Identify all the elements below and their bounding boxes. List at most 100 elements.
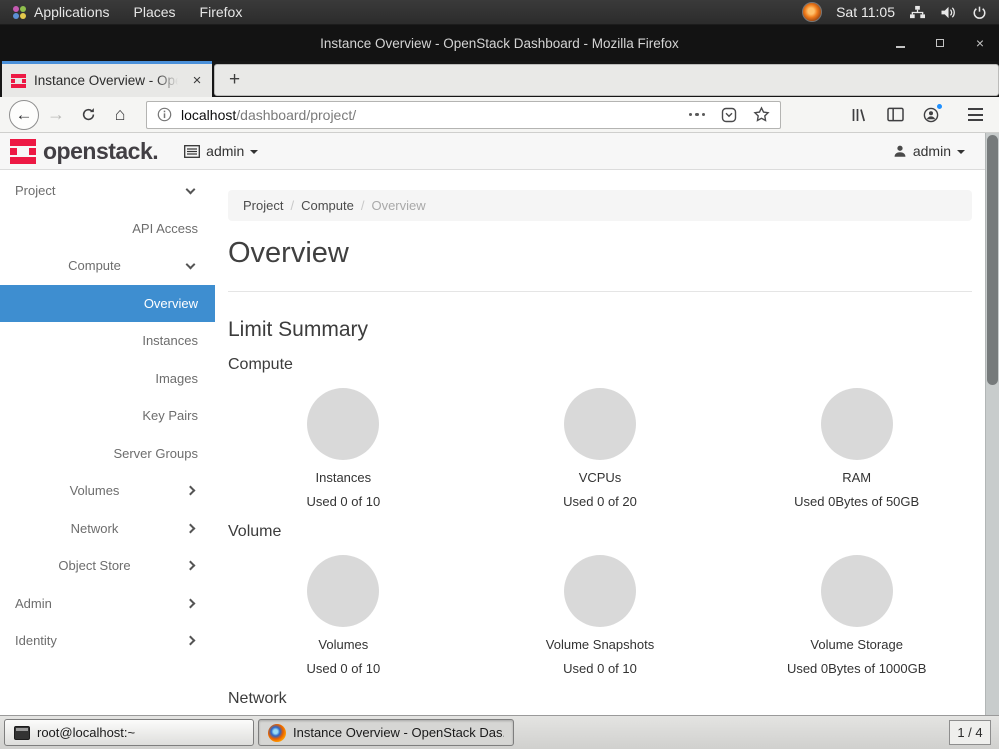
usage-donut <box>821 388 893 460</box>
usage-label: Volumes <box>318 637 368 652</box>
taskbar: root@localhost:~ Instance Overview - Ope… <box>0 715 999 749</box>
usage-label: Volume Storage <box>810 637 903 652</box>
sidebar-item-admin[interactable]: Admin <box>0 585 215 623</box>
account-notification-dot <box>936 103 943 110</box>
tab-bar: Instance Overview - Open × + <box>0 61 999 97</box>
tray-app-icon[interactable] <box>802 2 822 22</box>
dashboard-content: Project API Access Compute Overview Instance… <box>0 170 999 715</box>
page-actions-icon[interactable] <box>689 113 706 117</box>
sidebar-item-label: Network <box>71 521 119 536</box>
breadcrumb-current: Overview <box>371 198 425 213</box>
applications-menu[interactable]: Applications <box>0 0 122 24</box>
library-button[interactable] <box>843 100 875 130</box>
openstack-logo[interactable]: openstack. <box>10 138 158 165</box>
sidebar-item-label: Instances <box>142 333 198 348</box>
firefox-menu-label: Firefox <box>200 4 243 20</box>
power-icon[interactable] <box>972 5 987 20</box>
back-icon: ← <box>9 100 39 130</box>
reload-icon <box>81 107 96 122</box>
sidebar-item-label: Admin <box>15 596 52 611</box>
maximize-button[interactable] <box>931 34 949 52</box>
sidebar-item-project[interactable]: Project <box>0 172 215 210</box>
workspace-indicator[interactable]: 1 / 4 <box>949 720 991 745</box>
new-tab-button[interactable]: + <box>215 69 254 91</box>
limit-item-volume-storage: Volume StorageUsed 0Bytes of 1000GB <box>728 555 985 676</box>
sidebar-item-label: Identity <box>15 633 57 648</box>
sidebar-item-key-pairs[interactable]: Key Pairs <box>0 397 215 435</box>
tab-strip: + <box>214 64 999 96</box>
sidebar-item-overview[interactable]: Overview <box>0 285 215 323</box>
sidebar-item-label: API Access <box>132 221 198 236</box>
sidebar-item-images[interactable]: Images <box>0 360 215 398</box>
sidebar-item-object-store[interactable]: Object Store <box>0 547 215 585</box>
bookmark-star-icon[interactable] <box>753 106 770 123</box>
tab-close-icon[interactable]: × <box>188 72 206 90</box>
hamburger-icon <box>968 108 983 121</box>
active-tab[interactable]: Instance Overview - Open × <box>2 61 212 97</box>
places-menu[interactable]: Places <box>122 0 188 24</box>
sidebar-item-label: Images <box>155 371 198 386</box>
limit-group-row-compute: InstancesUsed 0 of 10VCPUsUsed 0 of 20RA… <box>215 388 985 509</box>
sidebar-item-instances[interactable]: Instances <box>0 322 215 360</box>
page-title: Overview <box>228 237 985 270</box>
limit-summary-title: Limit Summary <box>228 318 985 342</box>
breadcrumb-compute[interactable]: Compute <box>301 198 354 213</box>
firefox-menu[interactable]: Firefox <box>188 0 255 24</box>
sidebar-nav: Project API Access Compute Overview Instance… <box>0 170 215 715</box>
usage-caption: Used 0 of 10 <box>306 494 380 509</box>
usage-caption: Used 0 of 20 <box>563 494 637 509</box>
usage-donut <box>821 555 893 627</box>
breadcrumb-separator: / <box>361 198 365 213</box>
site-info-icon[interactable] <box>157 107 172 122</box>
user-menu[interactable]: admin <box>893 143 965 159</box>
firefox-titlebar[interactable]: Instance Overview - OpenStack Dashboard … <box>0 25 999 61</box>
pocket-icon[interactable] <box>721 107 737 123</box>
library-icon <box>851 107 867 123</box>
sidebar-item-identity[interactable]: Identity <box>0 622 215 660</box>
sidebar-item-server-groups[interactable]: Server Groups <box>0 435 215 473</box>
volume-icon[interactable] <box>940 5 958 20</box>
caret-down-icon <box>957 150 965 154</box>
scrollbar-thumb[interactable] <box>987 135 998 385</box>
navigation-toolbar: ← → ⌂ localhost/dashboard/project/ <box>0 97 999 133</box>
forward-button[interactable]: → <box>40 100 72 130</box>
terminal-icon <box>14 726 30 740</box>
sidebar-item-label: Overview <box>144 296 198 311</box>
menu-button[interactable] <box>959 100 991 130</box>
url-bar[interactable]: localhost/dashboard/project/ <box>146 101 781 129</box>
project-switcher[interactable]: admin <box>184 143 258 159</box>
taskbar-window-terminal[interactable]: root@localhost:~ <box>4 719 254 746</box>
sidebar-item-compute[interactable]: Compute <box>0 247 215 285</box>
limit-summary-groups: Compute InstancesUsed 0 of 10VCPUsUsed 0 … <box>215 356 985 708</box>
sidebar-item-api-access[interactable]: API Access <box>0 210 215 248</box>
user-menu-label: admin <box>913 143 951 159</box>
url-text[interactable]: localhost/dashboard/project/ <box>181 107 356 123</box>
sidebars-icon <box>887 107 904 122</box>
taskbar-window-firefox[interactable]: Instance Overview - OpenStack Das... <box>258 719 514 746</box>
home-button[interactable]: ⌂ <box>104 100 136 130</box>
title-divider <box>228 291 972 292</box>
back-button[interactable]: ← <box>8 100 40 130</box>
account-button[interactable] <box>915 100 947 130</box>
chevron-right-icon <box>186 598 196 608</box>
page-scrollbar[interactable] <box>985 133 999 715</box>
breadcrumb-project[interactable]: Project <box>243 198 283 213</box>
network-icon[interactable] <box>909 5 926 20</box>
minimize-button[interactable] <box>891 34 909 52</box>
breadcrumb-separator: / <box>290 198 294 213</box>
sidebars-button[interactable] <box>879 100 911 130</box>
sidebar-item-label: Key Pairs <box>142 408 198 423</box>
limit-item-volumes: VolumesUsed 0 of 10 <box>215 555 472 676</box>
limit-group-title-compute: Compute <box>228 356 985 374</box>
clock[interactable]: Sat 11:05 <box>836 4 895 20</box>
close-button[interactable]: × <box>971 34 989 52</box>
chevron-down-icon <box>186 185 196 195</box>
reload-button[interactable] <box>72 100 104 130</box>
applications-menu-label: Applications <box>34 4 110 20</box>
main-panel: Project / Compute / Overview Overview Li… <box>215 170 985 715</box>
gnome-top-bar: Applications Places Firefox Sat 11:05 <box>0 0 999 25</box>
sidebar-item-network[interactable]: Network <box>0 510 215 548</box>
sidebar-item-volumes[interactable]: Volumes <box>0 472 215 510</box>
url-path: /dashboard/project/ <box>236 107 356 123</box>
openstack-header: openstack. admin admin <box>0 133 999 170</box>
